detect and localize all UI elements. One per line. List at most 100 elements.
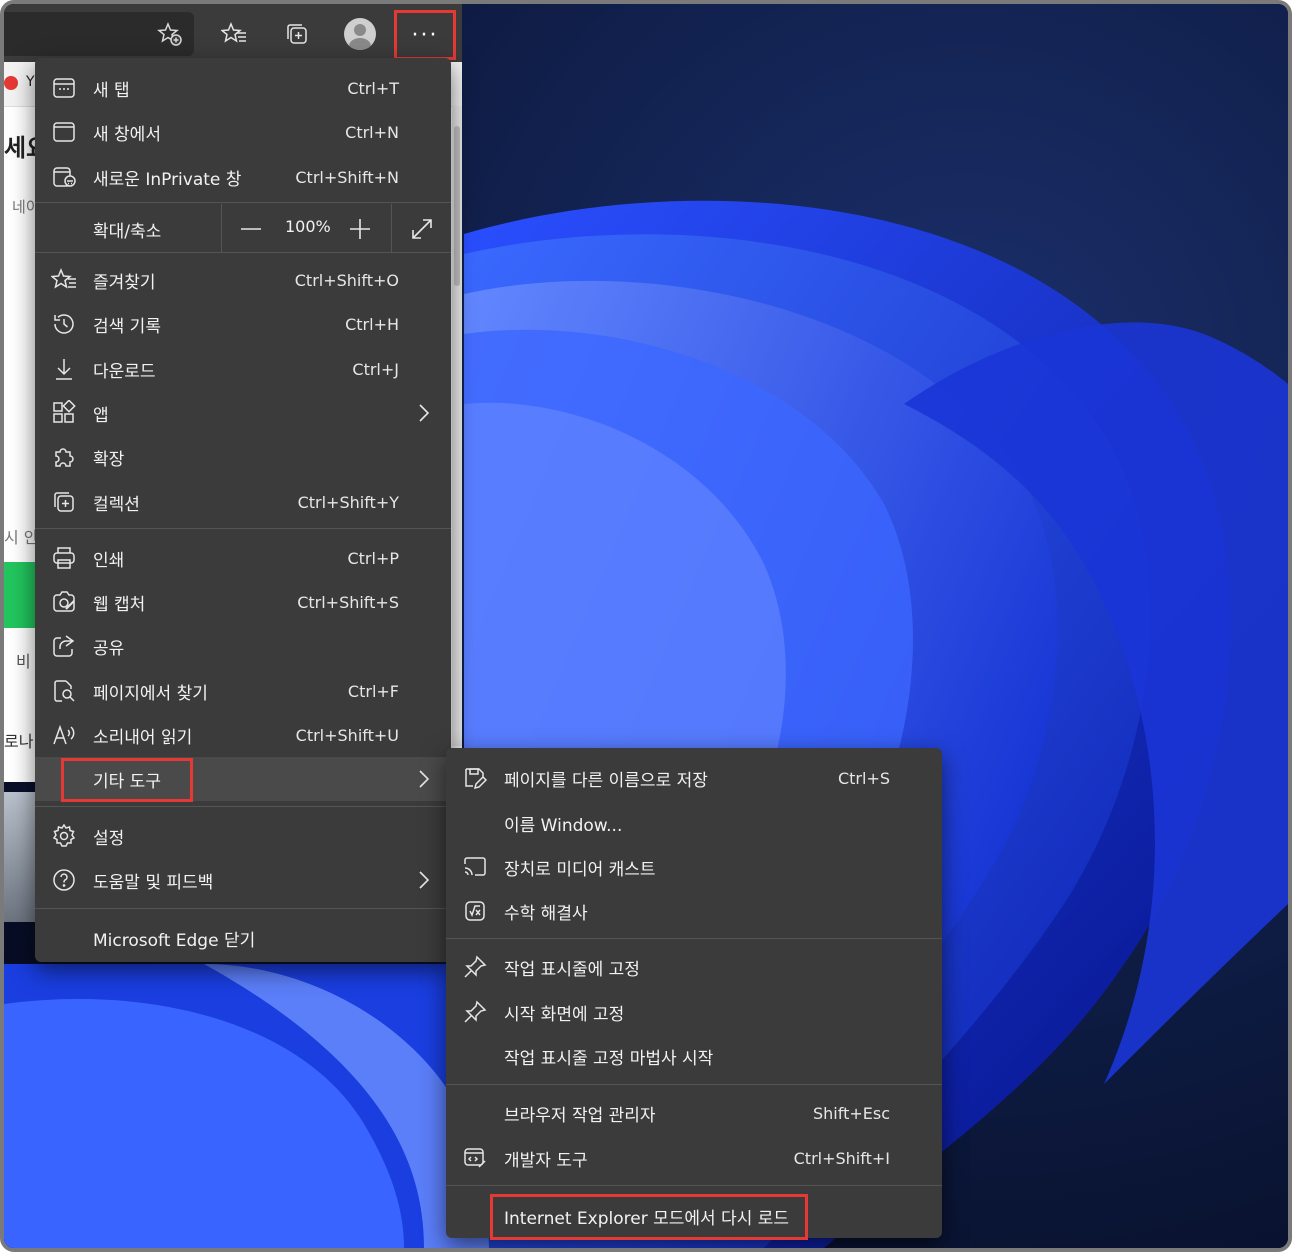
menu-item-shortcut: Ctrl+Shift+N (295, 167, 399, 187)
menu-item-label: 설정 (93, 828, 125, 849)
menu-item-collections[interactable]: 컬렉션 Ctrl+Shift+Y (35, 480, 451, 524)
star-list-icon (221, 22, 246, 43)
menu-item-history[interactable]: 검색 기록 Ctrl+H (35, 302, 451, 346)
menu-item-help-feedback[interactable]: 도움말 및 피드백 (35, 858, 451, 902)
scrollbar-thumb[interactable] (454, 126, 460, 286)
favorite-label[interactable]: Y (26, 74, 35, 90)
menu-item-shortcut: Ctrl+Shift+S (297, 592, 399, 612)
menu-item-read-aloud[interactable]: 소리내어 읽기 Ctrl+Shift+U (35, 713, 451, 757)
submenu-item-name-window[interactable]: 이름 Window... (446, 801, 942, 845)
screenshot-frame: ··· Y 세요 네이 시 안 비 로나 새 탭 Ctrl+T 새 창에서 Ct… (0, 0, 1292, 1252)
menu-item-new-tab[interactable]: 새 탭 Ctrl+T (35, 66, 451, 110)
menu-item-shortcut: Ctrl+P (347, 548, 399, 568)
submenu-item-pin-wizard[interactable]: 작업 표시줄 고정 마법사 시작 (446, 1034, 942, 1078)
plus-icon (350, 219, 370, 239)
page-text: 로나 (4, 732, 34, 751)
menu-item-label: 브라우저 작업 관리자 (504, 1105, 656, 1126)
menu-divider (35, 202, 451, 203)
fullscreen-button[interactable] (409, 216, 435, 242)
menu-item-shortcut: Ctrl+S (837, 768, 890, 788)
youtube-favicon-icon[interactable] (4, 76, 18, 90)
menu-item-new-window[interactable]: 새 창에서 Ctrl+N (35, 110, 451, 154)
menu-item-label: 앱 (93, 405, 109, 426)
minus-icon (241, 228, 261, 230)
menu-item-shortcut: Ctrl+Shift+U (295, 725, 399, 745)
submenu-item-save-page-as[interactable]: 페이지를 다른 이름으로 저장 Ctrl+S (446, 756, 942, 800)
add-favorite-button[interactable] (152, 16, 188, 52)
submenu-item-pin-taskbar[interactable]: 작업 표시줄에 고정 (446, 945, 942, 989)
inprivate-icon (51, 164, 77, 190)
page-text: 비 (16, 652, 31, 671)
menu-item-label: 확장 (93, 449, 125, 470)
menu-item-label: 수학 해결사 (504, 903, 588, 924)
menu-item-label: 새 탭 (93, 80, 130, 101)
submenu-item-task-manager[interactable]: 브라우저 작업 관리자 Shift+Esc (446, 1091, 942, 1135)
menu-item-label: 새 창에서 (93, 124, 161, 145)
submenu-item-dev-tools[interactable]: 개발자 도구 Ctrl+Shift+I (446, 1136, 942, 1180)
menu-item-extensions[interactable]: 확장 (35, 435, 451, 479)
menu-divider (35, 908, 451, 909)
menu-item-label: 인쇄 (93, 550, 125, 571)
submenu-item-math-solver[interactable]: 수학 해결사 (446, 889, 942, 933)
settings-icon (51, 823, 77, 849)
menu-item-label: 페이지를 다른 이름으로 저장 (504, 770, 708, 791)
settings-and-more-menu: 새 탭 Ctrl+T 새 창에서 Ctrl+N 새로운 InPrivate 창 … (35, 58, 451, 962)
menu-divider (35, 806, 451, 807)
collections-button[interactable] (279, 16, 315, 52)
menu-item-print[interactable]: 인쇄 Ctrl+P (35, 536, 451, 580)
find-icon (51, 678, 77, 704)
zoom-out-button[interactable] (238, 216, 264, 242)
chevron-right-icon (417, 870, 431, 890)
chevron-right-icon (417, 403, 431, 423)
menu-item-label: 작업 표시줄에 고정 (504, 959, 640, 980)
menu-item-shortcut: Ctrl+H (345, 314, 399, 334)
menu-divider (446, 938, 942, 939)
menu-item-label: 컬렉션 (93, 494, 140, 515)
menu-item-label: 도움말 및 피드백 (93, 872, 214, 893)
menu-item-find-on-page[interactable]: 페이지에서 찾기 Ctrl+F (35, 669, 451, 713)
menu-divider (35, 528, 451, 529)
menu-item-share[interactable]: 공유 (35, 624, 451, 668)
menu-item-web-capture[interactable]: 웹 캡처 Ctrl+Shift+S (35, 580, 451, 624)
menu-item-label: 장치로 미디어 캐스트 (504, 859, 656, 880)
favorites-icon (50, 267, 77, 293)
avatar (344, 18, 376, 50)
extensions-icon (51, 444, 77, 470)
menu-item-label: 웹 캡처 (93, 594, 146, 615)
menu-item-label: Microsoft Edge 닫기 (93, 930, 256, 951)
menu-item-favorites[interactable]: 즐겨찾기 Ctrl+Shift+O (35, 258, 451, 302)
zoom-divider (391, 204, 392, 252)
menu-item-label: 즐겨찾기 (93, 272, 156, 293)
page-text: 시 안 (4, 528, 39, 547)
menu-item-label: 시작 화면에 고정 (504, 1004, 625, 1025)
highlight-ie-mode (490, 1194, 808, 1240)
highlight-more-tools (61, 758, 193, 802)
pin-icon (462, 954, 488, 980)
menu-item-label: 공유 (93, 638, 125, 659)
menu-item-close-edge[interactable]: Microsoft Edge 닫기 (35, 916, 451, 960)
profile-button[interactable] (342, 16, 378, 52)
menu-divider (446, 1185, 942, 1186)
save-as-icon (462, 765, 488, 791)
cast-icon (462, 854, 488, 880)
collections-icon (287, 24, 307, 44)
menu-item-label: 소리내어 읽기 (93, 727, 193, 748)
menu-item-shortcut: Ctrl+Shift+Y (297, 492, 399, 512)
menu-item-settings[interactable]: 설정 (35, 814, 451, 858)
menu-item-label: 작업 표시줄 고정 마법사 시작 (504, 1048, 714, 1069)
submenu-item-cast-media[interactable]: 장치로 미디어 캐스트 (446, 845, 942, 889)
zoom-row: 확대/축소 100% (35, 204, 451, 252)
favorites-button[interactable] (216, 16, 252, 52)
new-tab-icon (51, 75, 77, 101)
more-menu-button[interactable]: ··· (394, 10, 456, 60)
menu-item-downloads[interactable]: 다운로드 Ctrl+J (35, 347, 451, 391)
zoom-in-button[interactable] (347, 216, 373, 242)
menu-item-inprivate[interactable]: 새로운 InPrivate 창 Ctrl+Shift+N (35, 155, 451, 199)
menu-item-apps[interactable]: 앱 (35, 391, 451, 435)
menu-divider (35, 252, 451, 253)
menu-item-label: 이름 Window... (504, 815, 623, 836)
submenu-item-pin-start[interactable]: 시작 화면에 고정 (446, 990, 942, 1034)
download-icon (51, 356, 77, 382)
menu-item-label: 검색 기록 (93, 316, 161, 337)
menu-item-label: 개발자 도구 (504, 1150, 588, 1171)
